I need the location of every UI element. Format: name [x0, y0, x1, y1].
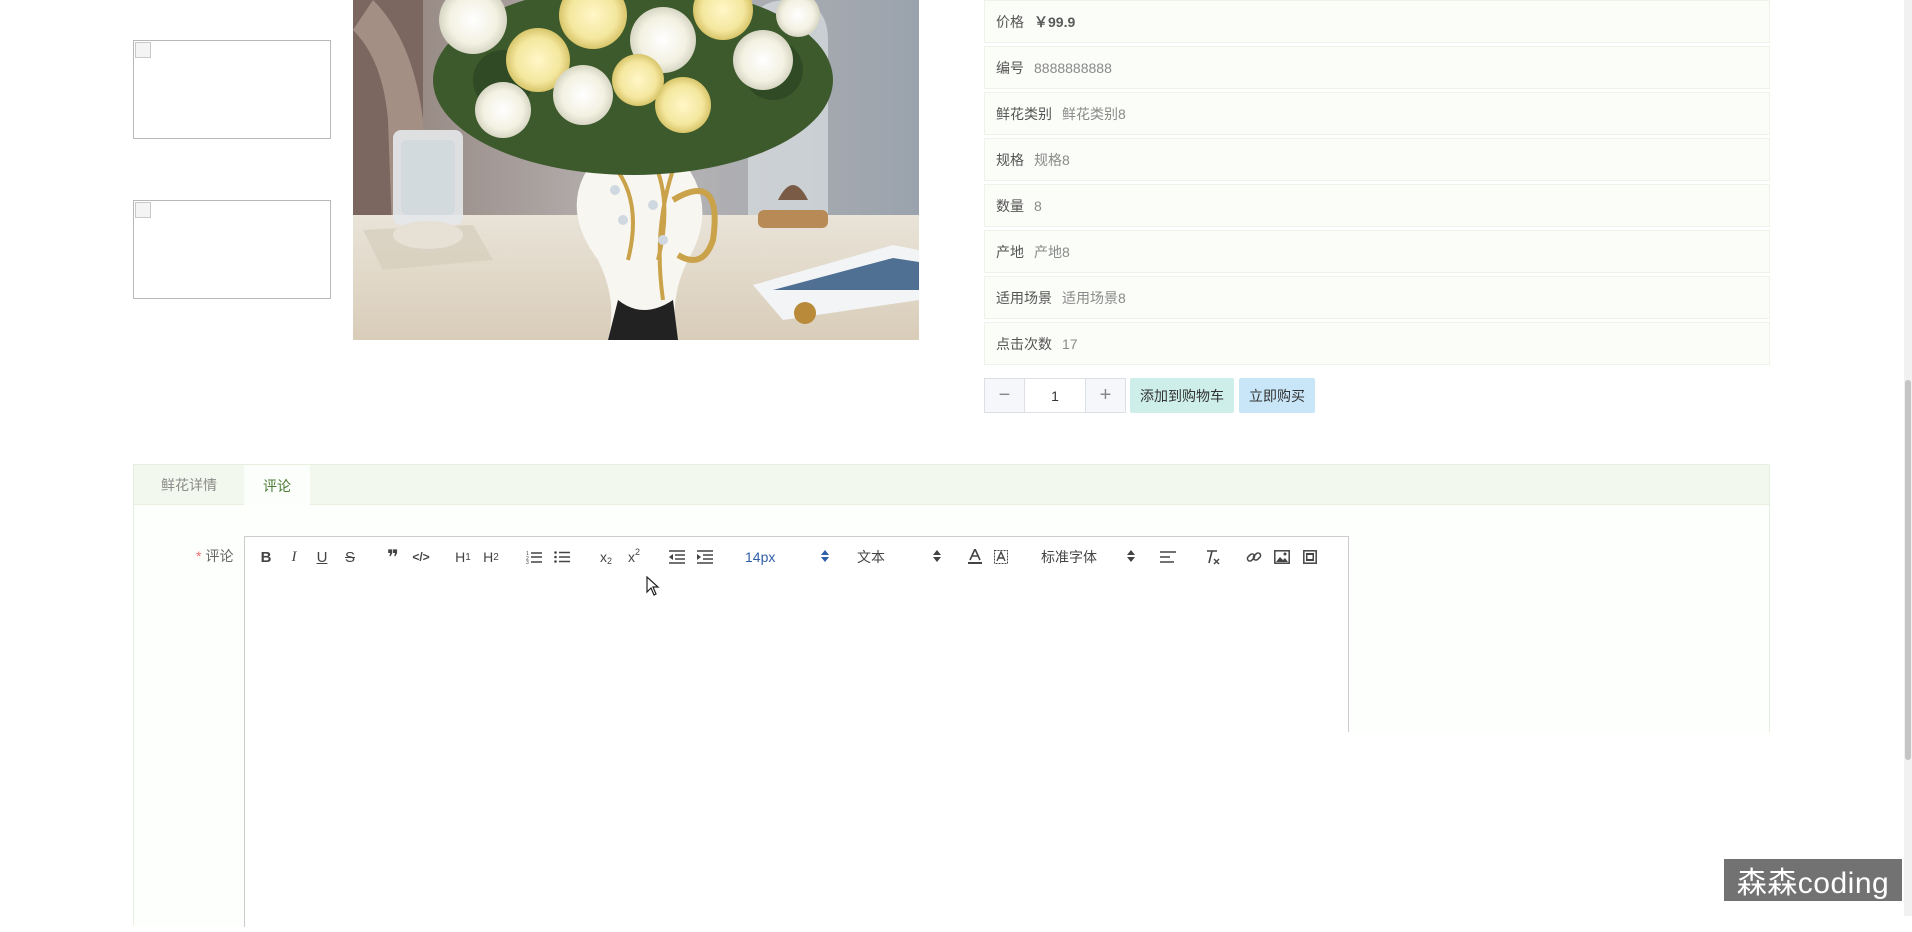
heading2-icon[interactable]: H2 [480, 537, 502, 577]
align-icon[interactable] [1157, 537, 1179, 577]
scrollbar-thumb[interactable] [1905, 380, 1911, 760]
font-size-picker[interactable]: 14px [745, 537, 829, 577]
blank-area [1340, 732, 1780, 932]
tab-comment[interactable]: 评论 [244, 465, 310, 506]
thumbnail-image[interactable] [133, 40, 331, 139]
link-icon[interactable] [1243, 537, 1265, 577]
italic-icon[interactable]: I [283, 537, 305, 577]
text-color-icon[interactable] [964, 537, 986, 577]
picker-arrow-icon [1127, 550, 1135, 562]
info-row-clicks: 点击次数 17 [984, 322, 1770, 365]
font-size-value: 14px [745, 549, 776, 565]
info-value: ￥99.9 [1034, 13, 1076, 30]
tab-flower-details[interactable]: 鲜花详情 [134, 465, 244, 505]
quantity-stepper[interactable]: − 1 + [984, 378, 1126, 413]
code-block-icon[interactable]: </> [410, 537, 432, 577]
bullet-list-icon[interactable] [551, 537, 573, 577]
outdent-icon[interactable] [666, 537, 688, 577]
strikethrough-icon[interactable]: S [339, 537, 361, 577]
info-row-code: 编号 8888888888 [984, 46, 1770, 89]
info-label: 适用场景 [996, 289, 1052, 306]
info-label: 点击次数 [996, 335, 1052, 352]
info-row-quantity: 数量 8 [984, 184, 1770, 227]
font-family-picker[interactable]: 标准字体 [1041, 537, 1135, 577]
comment-editor[interactable] [244, 577, 1349, 927]
watermark: 森森coding [1724, 859, 1902, 901]
info-row-origin: 产地 产地8 [984, 230, 1770, 273]
video-icon[interactable] [1299, 537, 1321, 577]
info-label: 鲜花类别 [996, 105, 1052, 122]
buy-now-button[interactable]: 立即购买 [1239, 378, 1315, 413]
blockquote-icon[interactable]: ❞ [382, 537, 404, 577]
required-mark: * [196, 548, 202, 564]
font-family-value: 标准字体 [1041, 549, 1097, 565]
superscript-icon[interactable]: x2 [623, 537, 645, 577]
info-row-scene: 适用场景 适用场景8 [984, 276, 1770, 319]
info-row-spec: 规格 规格8 [984, 138, 1770, 181]
quantity-input[interactable]: 1 [1025, 378, 1085, 413]
decrease-button[interactable]: − [984, 378, 1025, 413]
info-value: 8888888888 [1034, 59, 1112, 76]
broken-image-icon [135, 42, 151, 58]
info-value: 适用场景8 [1062, 289, 1126, 306]
main-product-image [353, 0, 919, 340]
bold-icon[interactable]: B [255, 537, 277, 577]
comment-label-text: 评论 [205, 548, 234, 564]
editor-toolbar: B I U S ❞ </> H1 H2 123 x2 x2 14px 文本 标准… [244, 536, 1349, 578]
info-label: 产地 [996, 243, 1024, 260]
info-label: 数量 [996, 197, 1024, 214]
background-color-icon[interactable] [990, 537, 1012, 577]
svg-text:3: 3 [526, 560, 529, 564]
info-row-price: 价格 ￥99.9 [984, 0, 1770, 43]
subscript-icon[interactable]: x2 [595, 537, 617, 577]
header-value: 文本 [857, 549, 885, 565]
info-row-category: 鲜花类别 鲜花类别8 [984, 92, 1770, 135]
detail-tabs: 鲜花详情 评论 [133, 464, 1770, 506]
mouse-cursor-icon [646, 575, 660, 600]
ordered-list-icon[interactable]: 123 [523, 537, 545, 577]
picker-arrow-icon [933, 550, 941, 562]
comment-field-label: * 评论 [196, 546, 233, 566]
info-label: 编号 [996, 59, 1024, 76]
info-value: 8 [1034, 197, 1042, 214]
header-picker[interactable]: 文本 [857, 537, 941, 577]
indent-icon[interactable] [694, 537, 716, 577]
info-label: 规格 [996, 151, 1024, 168]
add-to-cart-button[interactable]: 添加到购物车 [1130, 378, 1234, 413]
image-icon[interactable] [1271, 537, 1293, 577]
info-label: 价格 [996, 13, 1024, 30]
heading1-icon[interactable]: H1 [452, 537, 474, 577]
info-value: 17 [1062, 335, 1078, 352]
info-value: 鲜花类别8 [1062, 105, 1126, 122]
info-value: 规格8 [1034, 151, 1070, 168]
picker-arrow-icon [821, 550, 829, 562]
increase-button[interactable]: + [1085, 378, 1126, 413]
broken-image-icon [135, 202, 151, 218]
thumbnail-image[interactable] [133, 200, 331, 299]
info-value: 产地8 [1034, 243, 1070, 260]
clear-format-icon[interactable] [1201, 537, 1223, 577]
underline-icon[interactable]: U [311, 537, 333, 577]
